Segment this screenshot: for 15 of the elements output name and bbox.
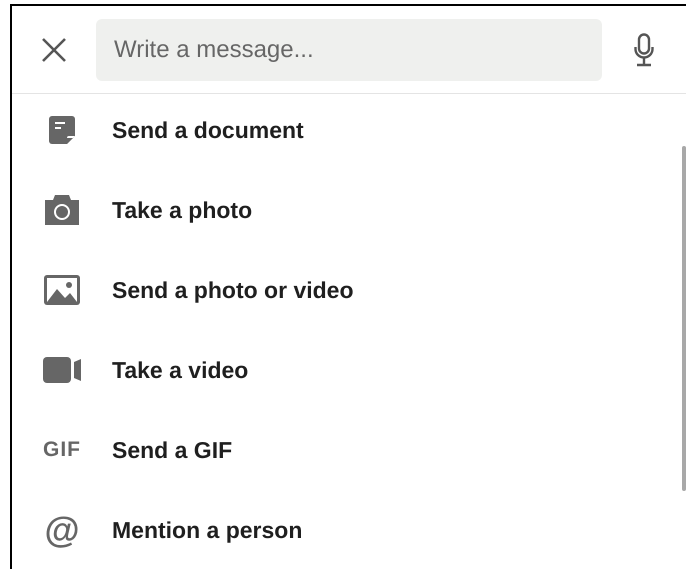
at-sign-icon: @ bbox=[44, 512, 80, 548]
microphone-icon bbox=[634, 32, 654, 66]
camera-icon bbox=[45, 195, 79, 225]
gif-icon: GIF bbox=[43, 438, 81, 462]
menu-item-label: Mention a person bbox=[112, 516, 302, 544]
image-icon bbox=[44, 275, 80, 305]
video-camera-icon bbox=[43, 357, 81, 383]
menu-item-label: Take a video bbox=[112, 356, 248, 384]
menu-item-label: Send a photo or video bbox=[112, 276, 354, 304]
menu-item-label: Send a GIF bbox=[112, 436, 232, 464]
message-field[interactable]: Write a message... bbox=[96, 18, 602, 80]
menu-item-label: Send a document bbox=[112, 116, 304, 144]
menu-item-label: Take a photo bbox=[112, 196, 252, 224]
close-icon bbox=[40, 36, 68, 64]
document-icon bbox=[49, 116, 75, 144]
